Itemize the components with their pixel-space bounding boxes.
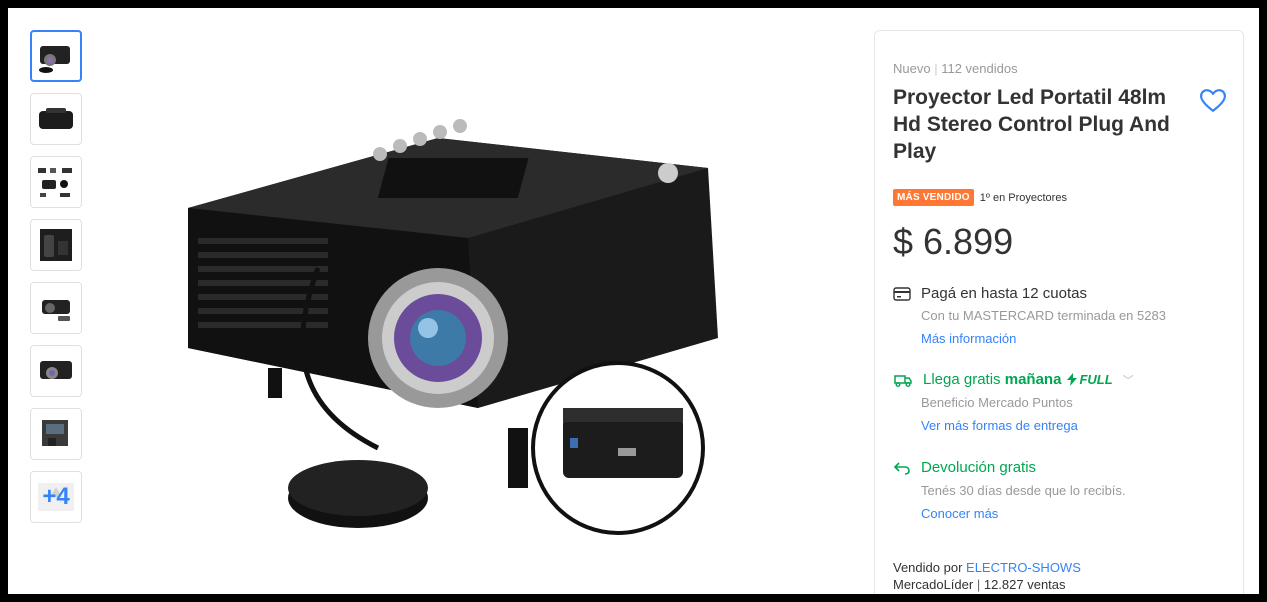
seller-info: Vendido por ELECTRO-SHOWS MercadoLíder |… [893, 560, 1081, 592]
price: $ 6.899 [893, 221, 1014, 262]
card-icon [893, 286, 911, 301]
page-frame: +4 Nuevo | 112 vendidos Proyector Led Po… [8, 8, 1259, 594]
shipping-prefix: Llega gratis [923, 371, 1001, 388]
chevron-down-icon[interactable]: ﹀ [1123, 372, 1134, 388]
condition-sold: Nuevo | 112 vendidos [893, 61, 1018, 76]
seller-status: MercadoLíder [893, 577, 974, 592]
shipping-benefit: Beneficio Mercado Puntos [921, 395, 1073, 410]
shipping-text: Llega gratis mañana [923, 371, 1061, 388]
thumbnail-2[interactable] [30, 93, 82, 145]
product-main-image[interactable] [148, 48, 768, 578]
product-title: Proyector Led Portatil 48lm Hd Stereo Co… [893, 86, 1170, 163]
condition-label: Nuevo [893, 61, 931, 76]
thumbnail-6[interactable] [30, 345, 82, 397]
returns-title: Devolución gratis [921, 459, 1037, 476]
thumbnail-7[interactable] [30, 408, 82, 460]
seller-sales: 12.827 ventas [983, 577, 1066, 592]
seller-prefix: Vendido por [893, 560, 963, 575]
returns-row: Devolución gratis [893, 459, 1036, 476]
thumbnail-more[interactable]: +4 [30, 471, 82, 523]
more-delivery-options-link[interactable]: Ver más formas de entrega [921, 418, 1078, 433]
thumbnail-5[interactable] [30, 282, 82, 334]
truck-icon [894, 374, 912, 387]
shipping-row: Llega gratis mañana FULL ﹀ [893, 371, 1134, 388]
shipping-day: mañana [1004, 371, 1062, 388]
thumbnail-list: +4 [30, 30, 84, 534]
return-icon [893, 461, 910, 475]
bolt-icon [1067, 373, 1078, 386]
full-badge: FULL [1067, 372, 1113, 387]
seller-name-link[interactable]: ELECTRO-SHOWS [966, 560, 1081, 575]
bestseller-row: MÁS VENDIDO 1º en Proyectores [893, 189, 1067, 206]
product-info-panel: Nuevo | 112 vendidos Proyector Led Porta… [874, 30, 1244, 594]
installments-text: Pagá en hasta 12 cuotas [921, 285, 1087, 302]
card-info: Con tu MASTERCARD terminada en 5283 [921, 308, 1166, 323]
installments-row: Pagá en hasta 12 cuotas [893, 285, 1087, 302]
thumbnail-4[interactable] [30, 219, 82, 271]
thumbnail-1[interactable] [30, 30, 82, 82]
more-info-link[interactable]: Más información [921, 331, 1016, 346]
heart-icon[interactable] [1200, 89, 1226, 113]
bestseller-badge: MÁS VENDIDO [893, 189, 974, 206]
category-rank[interactable]: 1º en Proyectores [980, 192, 1067, 204]
learn-more-link[interactable]: Conocer más [921, 506, 998, 521]
thumbnail-3[interactable] [30, 156, 82, 208]
more-thumbnails-label: +4 [31, 472, 81, 522]
sold-count: 112 vendidos [941, 61, 1018, 76]
returns-subtitle: Tenés 30 días desde que lo recibís. [921, 483, 1126, 498]
full-label: FULL [1079, 372, 1113, 387]
